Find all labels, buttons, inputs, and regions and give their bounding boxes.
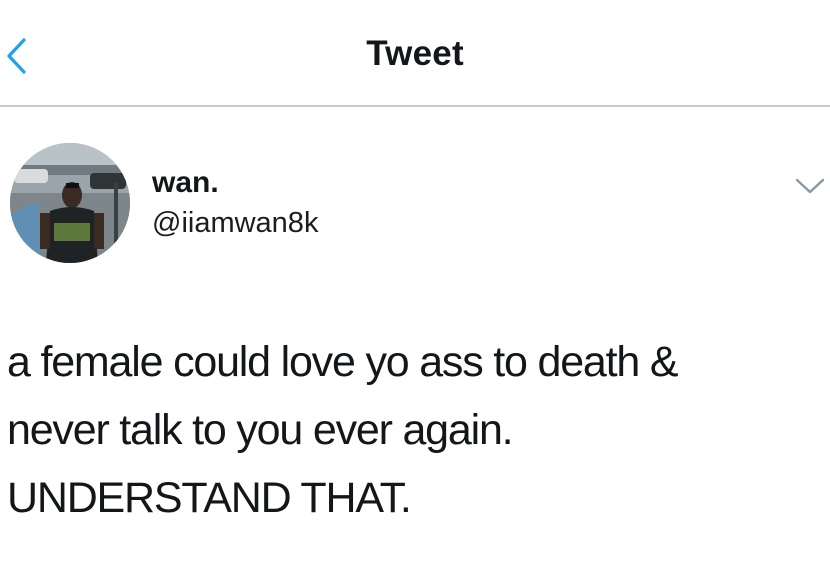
tweet-line: never talk to you ever again.: [7, 406, 514, 454]
tweet-detail-screen: Tweet wan. @iiamwan8k a female could lov…: [0, 0, 830, 565]
tweet-options-button[interactable]: [792, 172, 828, 200]
tweet-text: a female could love yo ass to death & ne…: [7, 328, 822, 532]
author-display-name[interactable]: wan.: [152, 166, 219, 200]
tweet-line: a female could love yo ass to death &: [7, 338, 679, 386]
page-title: Tweet: [366, 34, 464, 73]
author-handle[interactable]: @iiamwan8k: [152, 207, 318, 240]
chevron-down-icon: [795, 178, 825, 194]
avatar[interactable]: [10, 143, 130, 263]
tweet-line: UNDERSTAND THAT.: [7, 474, 412, 522]
header-divider: [0, 105, 830, 107]
profile-photo-icon: [10, 143, 130, 263]
navigation-bar: Tweet: [0, 0, 830, 106]
